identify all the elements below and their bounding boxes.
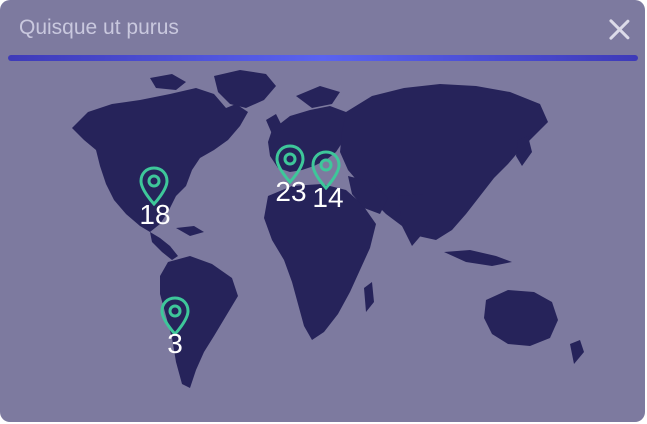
map-dialog: Quisque ut purus 18 23 14 3 [0,0,645,422]
island-japan [516,136,532,166]
continent-australia [484,290,558,346]
island-greenland [214,70,276,108]
title-divider [8,55,638,61]
continent-asia [340,84,548,240]
island-new-zealand [570,340,584,364]
dialog-title: Quisque ut purus [19,16,179,39]
island-indonesia [444,250,512,266]
marker-count-label: 18 [139,199,171,230]
island-madagascar [364,282,374,312]
close-icon[interactable] [607,18,631,42]
island-scandinavia [296,86,340,108]
island-caribbean [176,226,204,236]
continent-central-america [150,232,178,260]
island-arctic [150,74,186,90]
marker-count-label: 3 [167,328,183,359]
marker-count-label: 14 [312,182,344,213]
marker-count-label: 23 [275,176,307,207]
